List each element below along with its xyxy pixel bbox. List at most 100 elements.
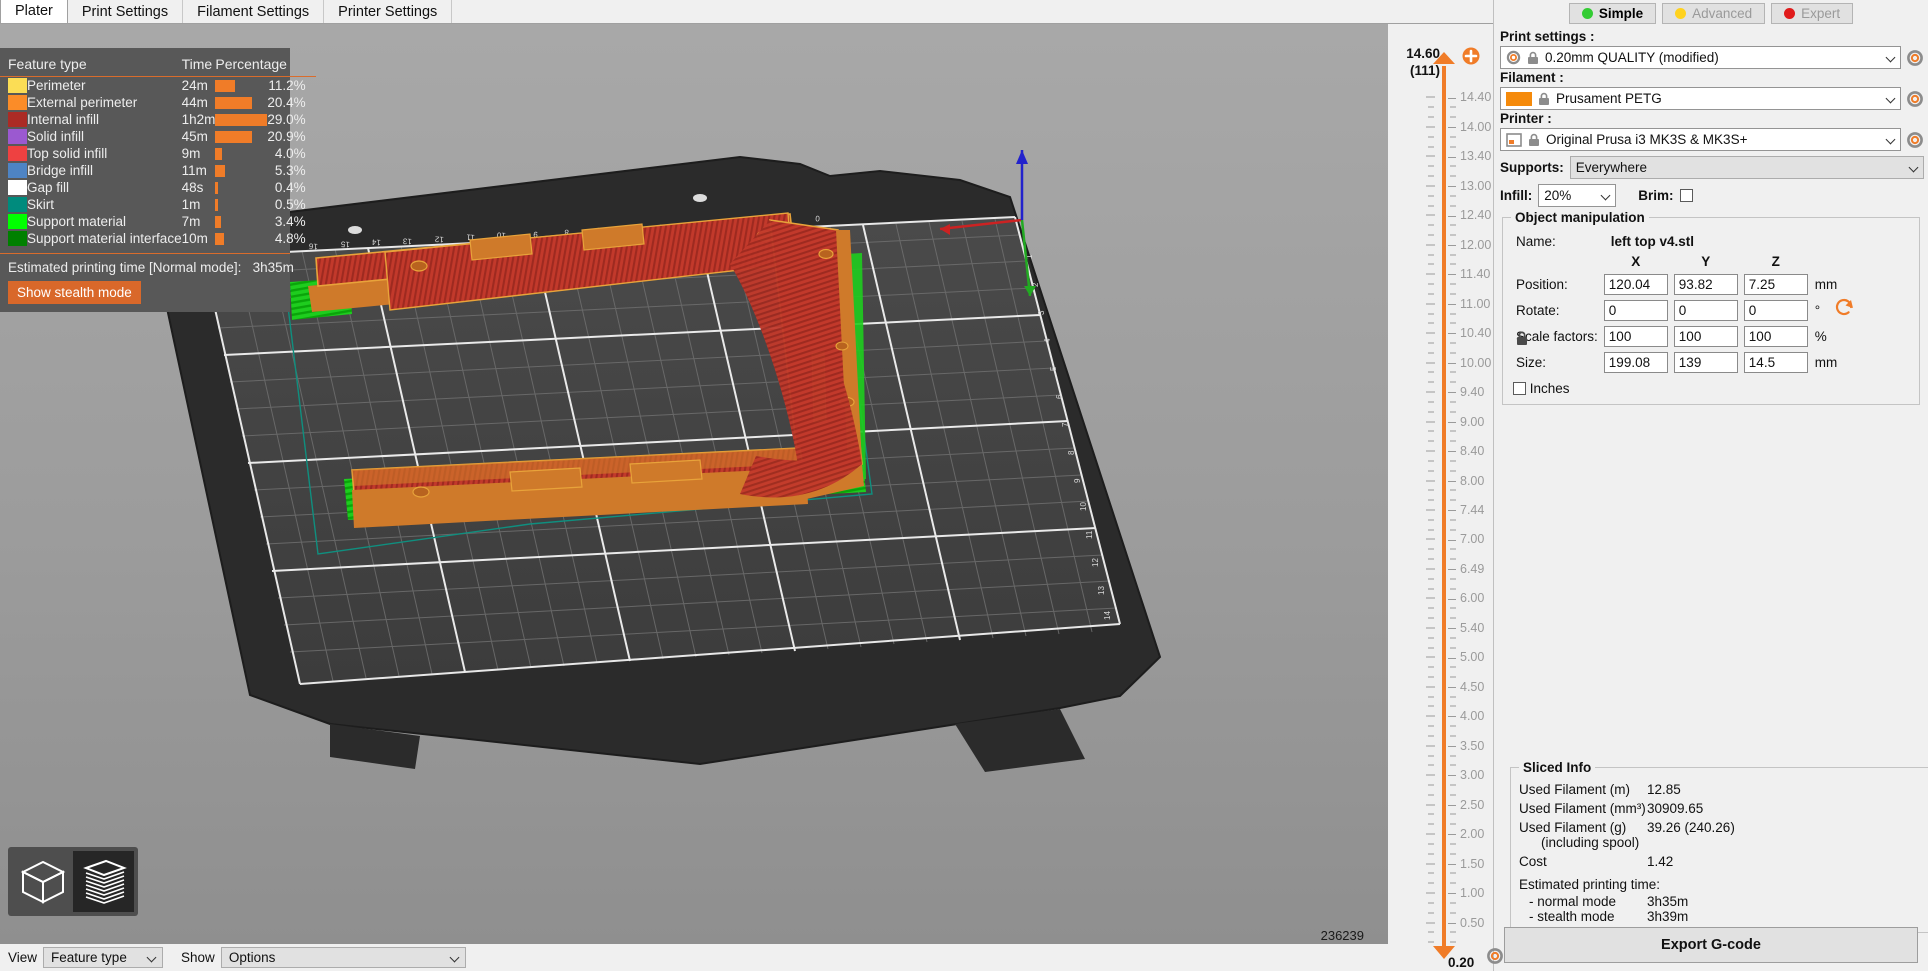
legend-color-swatch [0, 162, 27, 179]
layer-slider-lower-thumb[interactable] [1433, 946, 1455, 959]
om-input-z[interactable]: 14.5 [1744, 352, 1808, 373]
om-row-unit: % [1813, 325, 1839, 348]
layer-tick-mark [1426, 716, 1435, 717]
om-input-y[interactable]: 93.82 [1674, 274, 1738, 295]
infill-select[interactable]: 20% [1538, 184, 1616, 207]
layer-tick-label: 1.00 [1448, 886, 1484, 900]
vertical-layer-slider[interactable]: 14.60 (111) 0.20 (1) 14.4014.0013.4013.0… [1392, 24, 1490, 971]
legend-feature-time: 7m [182, 213, 216, 230]
view-type-select[interactable]: Feature type [43, 947, 163, 968]
legend-row[interactable]: Perimeter24m11.2% [0, 77, 316, 95]
legend-row[interactable]: Bridge infill11m5.3% [0, 162, 316, 179]
om-input-y[interactable]: 0 [1674, 300, 1738, 321]
legend-row[interactable]: Internal infill1h2m29.0% [0, 111, 316, 128]
legend-row[interactable]: Gap fill48s0.4% [0, 179, 316, 196]
layer-tick-mark [1426, 274, 1435, 275]
show-options-value: Options [229, 950, 445, 965]
3d-preview-viewport[interactable]: 0 1 2 3 4 5 6 7 8 9 10 11 12 13 14 15 16 [0, 24, 1388, 944]
inches-checkbox[interactable] [1513, 382, 1526, 395]
panel-settings-gear-icon[interactable] [1486, 947, 1504, 965]
add-color-change-button[interactable] [1461, 46, 1481, 71]
legend-row[interactable]: Top solid infill9m4.0% [0, 145, 316, 162]
filament-select[interactable]: Prusament PETG [1500, 87, 1901, 110]
legend-color-swatch [0, 179, 27, 196]
layer-tick-mark [1426, 657, 1435, 658]
yellow-dot-icon [1675, 8, 1686, 19]
layer-tick-mark-minor [1428, 490, 1434, 491]
layer-tick-mark-minor [1428, 726, 1434, 727]
object-manipulation-group: Object manipulation Name: left top v4.st… [1502, 217, 1920, 405]
mode-simple-button[interactable]: Simple [1569, 3, 1656, 24]
om-input-cell: 0 [1673, 299, 1739, 322]
layer-tick-mark-minor [1450, 559, 1456, 560]
layer-tick-label: 13.00 [1448, 179, 1491, 193]
editor-3d-view-button[interactable] [12, 851, 73, 912]
chevron-down-icon [1887, 94, 1897, 104]
show-options-select[interactable]: Options [221, 947, 466, 968]
tab-printer-settings[interactable]: Printer Settings [323, 0, 452, 23]
om-input-z[interactable]: 0 [1744, 300, 1808, 321]
preview-layers-view-button[interactable] [73, 851, 134, 912]
legend-percentage-bar [215, 213, 267, 230]
supports-select[interactable]: Everywhere [1570, 156, 1924, 179]
printer-select[interactable]: Original Prusa i3 MK3S & MK3S+ [1500, 128, 1901, 151]
reset-rotation-icon[interactable] [1833, 296, 1855, 318]
layer-tick-mark-minor [1450, 912, 1456, 913]
object-name-label: Name: [1515, 233, 1599, 250]
mode-expert-button[interactable]: Expert [1771, 3, 1853, 24]
layer-tick-mark-minor [1450, 372, 1456, 373]
layers-stack-icon [78, 856, 130, 908]
layer-tick-mark-minor [1428, 912, 1434, 913]
legend-row[interactable]: Support material interface10m4.8% [0, 230, 316, 247]
om-input-z[interactable]: 7.25 [1744, 274, 1808, 295]
uniform-scale-lock-icon[interactable] [1515, 330, 1529, 347]
layer-tick-mark-minor [1450, 873, 1456, 874]
om-input-x[interactable]: 100 [1604, 326, 1668, 347]
layer-tick-mark-minor [1450, 588, 1456, 589]
legend-row[interactable]: Support material7m3.4% [0, 213, 316, 230]
filament-label: Filament : [1494, 69, 1928, 87]
legend-percentage-bar [215, 145, 267, 162]
tab-plater[interactable]: Plater [0, 0, 68, 23]
legend-feature-name: Support material interface [27, 230, 182, 247]
legend-percentage-value: 11.2% [267, 77, 315, 95]
printer-edit-gear-icon[interactable] [1906, 131, 1924, 149]
om-input-y[interactable]: 139 [1674, 352, 1738, 373]
settings-side-panel: Simple Advanced Expert Print settings : [1493, 0, 1928, 971]
om-input-y[interactable]: 100 [1674, 326, 1738, 347]
tab-label: Filament Settings [197, 4, 309, 20]
view-mode-toggle[interactable] [8, 847, 138, 916]
filament-edit-gear-icon[interactable] [1906, 90, 1924, 108]
brim-checkbox[interactable] [1680, 189, 1693, 202]
sliced-info-value: 12.85 [1647, 780, 1920, 799]
show-stealth-mode-button[interactable]: Show stealth mode [8, 281, 141, 304]
om-input-x[interactable]: 199.08 [1604, 352, 1668, 373]
tab-print-settings[interactable]: Print Settings [67, 0, 183, 23]
tab-filament-settings[interactable]: Filament Settings [182, 0, 324, 23]
legend-feature-time: 1h2m [182, 111, 216, 128]
brim-label: Brim: [1638, 188, 1673, 203]
om-row-label: Size: [1515, 351, 1599, 374]
om-input-x[interactable]: 120.04 [1604, 274, 1668, 295]
om-input-cell: 100 [1743, 325, 1809, 348]
export-gcode-button[interactable]: Export G-code [1504, 927, 1918, 963]
layer-tick-mark [1426, 922, 1435, 923]
object-manipulation-row: Position:120.0493.827.25mm [1515, 273, 1838, 296]
layer-slider-track[interactable] [1442, 66, 1446, 956]
mode-advanced-button[interactable]: Advanced [1662, 3, 1765, 24]
om-input-z[interactable]: 100 [1744, 326, 1808, 347]
legend-row[interactable]: Solid infill45m20.9% [0, 128, 316, 145]
layer-slider-upper-thumb[interactable] [1433, 52, 1455, 64]
layer-tick-mark-minor [1428, 284, 1434, 285]
legend-row[interactable]: Skirt1m0.5% [0, 196, 316, 213]
layer-tick-mark-minor [1428, 176, 1434, 177]
layer-tick-mark-minor [1450, 117, 1456, 118]
om-input-cell: 0 [1743, 299, 1809, 322]
om-input-cell: 100 [1673, 325, 1739, 348]
om-input-x[interactable]: 0 [1604, 300, 1668, 321]
print-settings-edit-gear-icon[interactable] [1906, 49, 1924, 67]
layer-tick-label: 3.00 [1448, 768, 1484, 782]
print-settings-select[interactable]: 0.20mm QUALITY (modified) [1500, 46, 1901, 69]
legend-row[interactable]: External perimeter44m20.4% [0, 94, 316, 111]
sliced-info-key: Cost [1519, 852, 1647, 871]
